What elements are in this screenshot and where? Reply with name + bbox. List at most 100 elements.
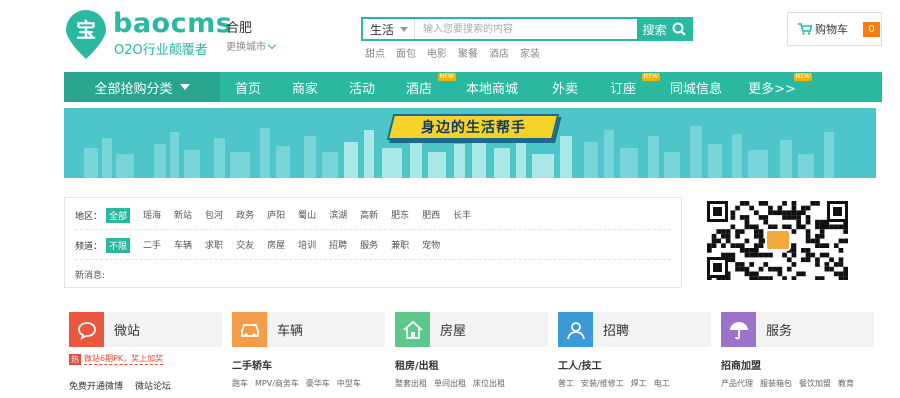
filter-option[interactable]: 高新 bbox=[360, 208, 378, 223]
hot-word-link[interactable]: 聚餐 bbox=[458, 45, 478, 60]
filter-option[interactable]: 瑶海 bbox=[143, 208, 161, 223]
filter-option[interactable]: 宠物 bbox=[422, 238, 440, 253]
filter-option[interactable]: 包河 bbox=[205, 208, 223, 223]
nav-item-label: 外卖 bbox=[551, 81, 578, 97]
filter-option[interactable]: 长丰 bbox=[453, 208, 471, 223]
category-link[interactable]: 电工 bbox=[654, 378, 670, 389]
nav-item[interactable]: 活动 bbox=[334, 72, 390, 102]
filter-option[interactable]: 招聘 bbox=[329, 238, 347, 253]
search-icon bbox=[672, 22, 686, 36]
category-link[interactable]: 跑车 bbox=[232, 378, 248, 389]
hot-word-link[interactable]: 面包 bbox=[396, 45, 416, 60]
category-name: 服务 bbox=[766, 324, 793, 339]
nav-item[interactable]: 更多>> NEW bbox=[740, 72, 812, 102]
filter-option[interactable]: 不限 bbox=[106, 238, 131, 253]
filter-option[interactable]: 肥东 bbox=[391, 208, 409, 223]
category-name: 房屋 bbox=[440, 324, 467, 339]
filter-option[interactable]: 服务 bbox=[360, 238, 378, 253]
search-button[interactable]: 搜索 bbox=[637, 19, 691, 39]
filter-option[interactable]: 政务 bbox=[236, 208, 254, 223]
category-link[interactable]: 单间出租 bbox=[434, 378, 466, 389]
nav-item[interactable]: 同城信息 bbox=[652, 72, 740, 102]
filter-option[interactable]: 兼职 bbox=[391, 238, 409, 253]
category-links: 免费开通微博 微站论坛 bbox=[69, 379, 222, 392]
category-link[interactable]: 免费开通微博 bbox=[69, 379, 123, 392]
hot-word-link[interactable]: 甜点 bbox=[365, 45, 385, 60]
filter-option[interactable]: 车辆 bbox=[174, 238, 192, 253]
category-link[interactable]: 微站论坛 bbox=[135, 379, 171, 392]
category-link[interactable]: 整套出租 bbox=[395, 378, 427, 389]
category-header[interactable]: 微站 bbox=[69, 312, 222, 347]
nav-item[interactable]: 酒店 NEW bbox=[390, 72, 456, 102]
category-card: 服务招商加盟产品代理 服装箱包 餐饮加盟 教育 bbox=[721, 312, 874, 398]
filter-option[interactable]: 庐阳 bbox=[267, 208, 285, 223]
promo-link[interactable]: 热微站6期PK，奖上加奖 bbox=[69, 353, 222, 365]
nav-item-label: 首页 bbox=[234, 81, 261, 97]
current-city: 合肥 bbox=[226, 21, 253, 36]
svg-text:宝: 宝 bbox=[76, 18, 96, 42]
nav-item-label: 活动 bbox=[348, 81, 375, 97]
category-link[interactable]: 焊工 bbox=[631, 378, 647, 389]
divider bbox=[75, 259, 671, 260]
nav-item[interactable]: 本地商城 bbox=[448, 72, 536, 102]
search-input[interactable] bbox=[415, 19, 637, 39]
category-header[interactable]: 车辆 bbox=[232, 312, 385, 347]
logo-title: baocms bbox=[113, 8, 233, 39]
category-link[interactable]: 教育 bbox=[838, 378, 854, 389]
category-link[interactable]: 豪华车 bbox=[306, 378, 330, 389]
filter-option[interactable]: 求职 bbox=[205, 238, 223, 253]
subcategory-title[interactable]: 二手轿车 bbox=[232, 357, 385, 372]
filter-option[interactable]: 交友 bbox=[236, 238, 254, 253]
category-link[interactable]: 中型车 bbox=[337, 378, 361, 389]
filter-option[interactable]: 二手 bbox=[143, 238, 161, 253]
filter-option[interactable]: 新站 bbox=[174, 208, 192, 223]
all-categories-dropdown[interactable]: 全部抢购分类 bbox=[64, 72, 220, 102]
nav-item[interactable]: 订座 NEW bbox=[594, 72, 660, 102]
category-link[interactable]: 安装/维修工 bbox=[581, 378, 624, 389]
cart-button[interactable]: 购物车 0 bbox=[787, 12, 882, 46]
subcategory-title[interactable]: 租房/出租 bbox=[395, 357, 548, 372]
nav-item[interactable]: 商家 bbox=[276, 72, 334, 102]
news-label: 新消息: bbox=[75, 271, 106, 281]
person-icon bbox=[558, 312, 593, 347]
category-link[interactable]: 产品代理 bbox=[721, 378, 753, 389]
category-header[interactable]: 招聘 bbox=[558, 312, 711, 347]
hot-word-link[interactable]: 电影 bbox=[427, 45, 447, 60]
subcategory-title[interactable]: 招商加盟 bbox=[721, 357, 874, 372]
category-link[interactable]: 床位出租 bbox=[473, 378, 505, 389]
category-card: 房屋租房/出租整套出租 单间出租 床位出租 bbox=[395, 312, 548, 398]
category-links: 整套出租 单间出租 床位出租 bbox=[395, 378, 548, 389]
category-link[interactable]: MPV/商务车 bbox=[255, 378, 299, 389]
category-link[interactable]: 普工 bbox=[558, 378, 574, 389]
category-card: 微站热微站6期PK，奖上加奖 免费开通微博 微站论坛 bbox=[69, 312, 222, 398]
filter-option[interactable]: 全部 bbox=[106, 208, 131, 223]
car-icon bbox=[232, 312, 267, 347]
category-card: 车辆二手轿车跑车 MPV/商务车 豪华车 中型车 bbox=[232, 312, 385, 398]
category-header[interactable]: 服务 bbox=[721, 312, 874, 347]
qr-code-image bbox=[707, 201, 848, 280]
news-row: 新消息: bbox=[75, 268, 105, 281]
category-name: 车辆 bbox=[277, 324, 304, 339]
channel-filter-row: 频道： 不限 二手 车辆 求职 交友 房屋 培训 招聘 服务 兼职 宠物 bbox=[75, 238, 453, 253]
filter-option[interactable]: 肥西 bbox=[422, 208, 440, 223]
hot-word-link[interactable]: 酒店 bbox=[489, 45, 509, 60]
filter-option[interactable]: 蜀山 bbox=[298, 208, 316, 223]
nav-item[interactable]: 首页 bbox=[220, 72, 276, 102]
filter-option[interactable]: 滨湖 bbox=[329, 208, 347, 223]
hot-word-link[interactable]: 家装 bbox=[520, 45, 540, 60]
search-button-label: 搜索 bbox=[642, 22, 667, 37]
filter-option[interactable]: 培训 bbox=[298, 238, 316, 253]
house-icon bbox=[395, 312, 430, 347]
banner-slogan: 身边的生活帮手 bbox=[386, 114, 560, 140]
nav-item[interactable]: 外卖 bbox=[536, 72, 594, 102]
city-switch-link[interactable]: 更换城市 bbox=[226, 38, 277, 53]
subcategory-title[interactable]: 工人/技工 bbox=[558, 357, 711, 372]
hot-words: 甜点 面包 电影 聚餐 酒店 家装 bbox=[365, 45, 540, 60]
hero-banner[interactable]: 身边的生活帮手 bbox=[64, 108, 876, 178]
category-link[interactable]: 服装箱包 bbox=[760, 378, 792, 389]
filter-option[interactable]: 房屋 bbox=[267, 238, 285, 253]
category-header[interactable]: 房屋 bbox=[395, 312, 548, 347]
search-type-dropdown[interactable]: 生活 bbox=[363, 19, 415, 39]
category-link[interactable]: 餐饮加盟 bbox=[799, 378, 831, 389]
nav-item-label: 同城信息 bbox=[669, 81, 722, 97]
